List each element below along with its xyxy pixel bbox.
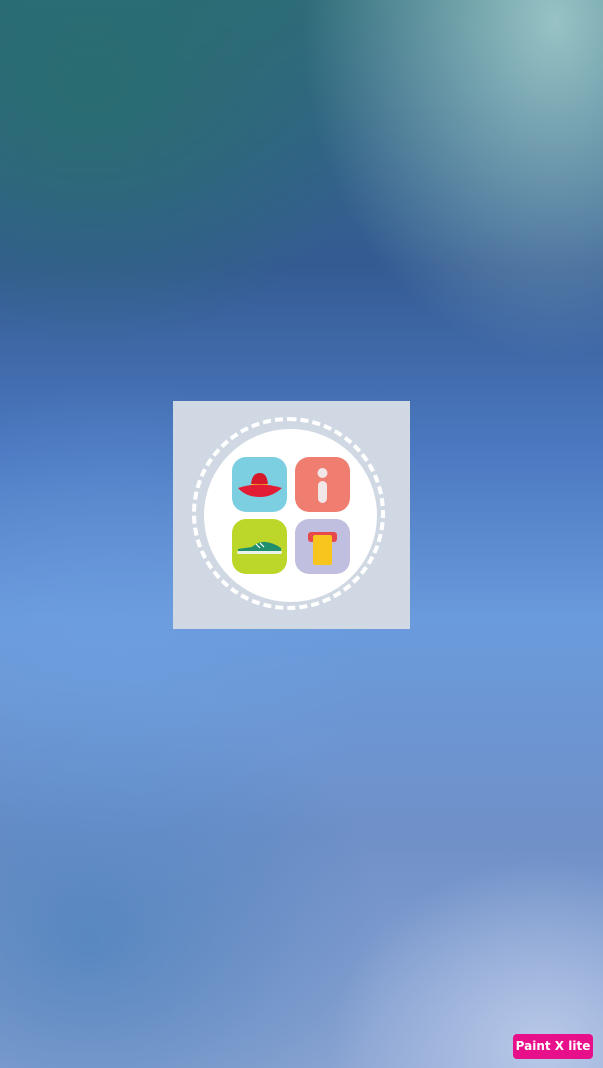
shirt-icon (295, 519, 350, 574)
splash-screen: Paint X lite (0, 0, 603, 1068)
logo-circle (204, 429, 377, 602)
info-icon (295, 457, 350, 512)
hat-icon (232, 457, 287, 512)
shoe-icon (232, 519, 287, 574)
paint-x-lite-watermark: Paint X lite (513, 1034, 593, 1059)
app-logo-card (173, 401, 410, 629)
